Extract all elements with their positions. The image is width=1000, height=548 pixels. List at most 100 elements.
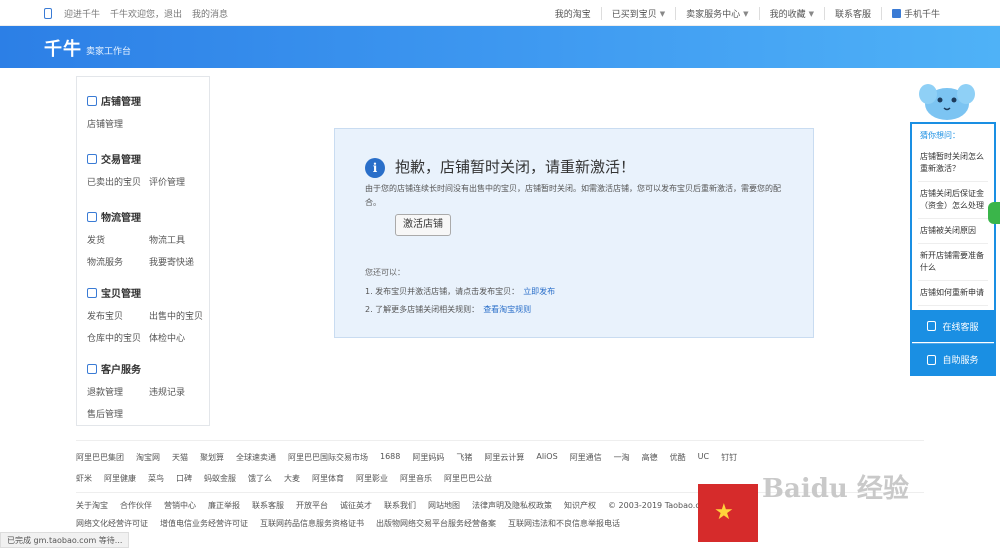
topbar-left-item[interactable]: 迎进千牛 bbox=[64, 7, 100, 20]
sidebar-item[interactable]: 退款管理 bbox=[87, 385, 149, 398]
footer-link[interactable]: 飞猪 bbox=[456, 452, 472, 463]
footer-link[interactable]: 大麦 bbox=[284, 473, 300, 484]
sidebar-item[interactable]: 评价管理 bbox=[149, 175, 207, 188]
mascot-icon[interactable] bbox=[918, 78, 976, 122]
topbar-left-item[interactable]: 千牛欢迎您，退出 bbox=[110, 7, 182, 20]
footer-link[interactable]: 阿里健康 bbox=[104, 473, 136, 484]
footer-link[interactable]: 知识产权 bbox=[564, 500, 596, 511]
footer-link[interactable]: 阿里通信 bbox=[570, 452, 602, 463]
sidebar-section-service: 客户服务 退款管理 违规记录 售后管理 bbox=[87, 361, 207, 420]
topbar-left: 迎进千牛 千牛欢迎您，退出 我的消息 bbox=[44, 7, 228, 20]
footer-link[interactable]: 聚划算 bbox=[200, 452, 224, 463]
footer-links-row-2: 虾米 阿里健康 菜鸟 口碑 蚂蚁金服 饿了么 大麦 阿里体育 阿里影业 阿里音乐 阿里巴巴公益 bbox=[76, 473, 492, 484]
footer-link[interactable]: 联系客服 bbox=[252, 500, 284, 511]
view-rules-link[interactable]: 查看淘宝规则 bbox=[483, 304, 531, 315]
footer-link[interactable]: 营销中心 bbox=[164, 500, 196, 511]
footer-link[interactable]: 钉钉 bbox=[721, 452, 737, 463]
help-question[interactable]: 店铺关闭后保证金（资金）怎么处理 bbox=[918, 182, 988, 219]
footer-link[interactable]: 全球速卖通 bbox=[236, 452, 276, 463]
footer-link[interactable]: 互联网违法和不良信息举报电话 bbox=[508, 518, 620, 529]
sidebar-item[interactable]: 我要寄快递 bbox=[149, 255, 207, 268]
footer-link[interactable]: 一淘 bbox=[614, 452, 630, 463]
publish-now-link[interactable]: 立即发布 bbox=[523, 286, 555, 297]
sidebar-item[interactable]: 违规记录 bbox=[149, 385, 207, 398]
help-question[interactable]: 新开店铺需要准备什么 bbox=[918, 244, 988, 281]
footer-link[interactable]: 阿里巴巴国际交易市场 bbox=[288, 452, 368, 463]
sidebar-section-trade: 交易管理 已卖出的宝贝 评价管理 bbox=[87, 151, 207, 188]
topbar-link-customer-service[interactable]: 联系客服 bbox=[825, 7, 882, 20]
help-question[interactable]: 店铺如何重新申请 bbox=[918, 281, 988, 306]
footer-link[interactable]: 阿里巴巴公益 bbox=[444, 473, 492, 484]
truck-icon bbox=[87, 211, 97, 222]
footer-link[interactable]: 开放平台 bbox=[296, 500, 328, 511]
help-question[interactable]: 店铺暂时关闭怎么重新激活？ bbox=[918, 145, 988, 182]
footer-link[interactable]: 优酷 bbox=[670, 452, 686, 463]
footer-link[interactable]: 阿里影业 bbox=[356, 473, 388, 484]
sidebar-item[interactable]: 发布宝贝 bbox=[87, 309, 149, 322]
top-utility-bar: 迎进千牛 千牛欢迎您，退出 我的消息 我的淘宝 已买到宝贝 ▼ 卖家服务中心 ▼ 我… bbox=[0, 0, 1000, 26]
footer-link[interactable]: 菜鸟 bbox=[148, 473, 164, 484]
footer-link[interactable]: 阿里体育 bbox=[312, 473, 344, 484]
qianniu-logo[interactable]: 千牛 bbox=[44, 35, 82, 61]
footer-link[interactable]: 廉正举报 bbox=[208, 500, 240, 511]
footer-link[interactable]: 网络文化经营许可证 bbox=[76, 518, 148, 529]
footer-link[interactable]: 法律声明及隐私权政策 bbox=[472, 500, 552, 511]
topbar-link-mobile-qianniu[interactable]: 手机千牛 bbox=[882, 7, 950, 20]
chevron-down-icon: ▼ bbox=[808, 9, 814, 18]
footer-link[interactable]: 关于淘宝 bbox=[76, 500, 108, 511]
footer-link[interactable]: 联系我们 bbox=[384, 500, 416, 511]
feedback-tab[interactable] bbox=[988, 202, 1000, 224]
sidebar-item[interactable]: 发货 bbox=[87, 233, 149, 246]
footer-link[interactable]: 增值电信业务经营许可证 bbox=[160, 518, 248, 529]
activate-shop-button[interactable]: 激活店铺 bbox=[395, 214, 451, 236]
footer-link[interactable]: 饿了么 bbox=[248, 473, 272, 484]
footer-link[interactable]: 阿里音乐 bbox=[400, 473, 432, 484]
topbar-link-label: 卖家服务中心 bbox=[686, 10, 741, 20]
sidebar-item[interactable]: 体检中心 bbox=[149, 331, 207, 344]
help-panel: 猜你想问： 店铺暂时关闭怎么重新激活？ 店铺关闭后保证金（资金）怎么处理 店铺被… bbox=[910, 122, 996, 376]
self-service-button[interactable]: 自助服务 bbox=[912, 343, 994, 375]
online-service-button[interactable]: 在线客服 bbox=[912, 310, 994, 342]
chat-icon bbox=[927, 321, 937, 331]
sidebar-item[interactable]: 已卖出的宝贝 bbox=[87, 175, 149, 188]
footer-link[interactable]: 蚂蚁金服 bbox=[204, 473, 236, 484]
topbar-link-favorites[interactable]: 我的收藏 ▼ bbox=[760, 7, 825, 20]
footer-link[interactable]: 互联网药品信息服务资格证书 bbox=[260, 518, 364, 529]
section-title-label: 客户服务 bbox=[101, 365, 141, 376]
sidebar-item[interactable]: 仓库中的宝贝 bbox=[87, 331, 149, 344]
help-item-text: 2. 了解更多店铺关闭相关规则： bbox=[365, 305, 480, 314]
sidebar-item[interactable]: 出售中的宝贝 bbox=[149, 309, 207, 322]
footer-link[interactable]: 诚征英才 bbox=[340, 500, 372, 511]
footer-link[interactable]: 阿里妈妈 bbox=[412, 452, 444, 463]
footer-link[interactable]: 出版物网络交易平台服务经营备案 bbox=[376, 518, 496, 529]
footer-link[interactable]: 口碑 bbox=[176, 473, 192, 484]
help-item-text: 1. 发布宝贝并激活店铺，请点击发布宝贝： bbox=[365, 287, 520, 296]
bag-icon bbox=[87, 287, 97, 298]
footer-link[interactable]: 合作伙伴 bbox=[120, 500, 152, 511]
topbar-link-seller-center[interactable]: 卖家服务中心 ▼ bbox=[676, 7, 760, 20]
help-question[interactable]: 店铺被关闭原因 bbox=[918, 219, 988, 244]
footer-link[interactable]: 1688 bbox=[380, 452, 400, 463]
baidu-watermark: Baidu 经验 bbox=[762, 474, 909, 504]
footer-link[interactable]: 高德 bbox=[642, 452, 658, 463]
section-title-label: 店铺管理 bbox=[101, 97, 141, 108]
star-icon: ★ bbox=[714, 500, 734, 525]
footer-link[interactable]: UC bbox=[698, 452, 709, 463]
footer-link[interactable]: 网站地图 bbox=[428, 500, 460, 511]
footer-links-row-3: 关于淘宝 合作伙伴 营销中心 廉正举报 联系客服 开放平台 诚征英才 联系我们 网站地图 法律声明… bbox=[76, 500, 747, 511]
footer-link[interactable]: 天猫 bbox=[172, 452, 188, 463]
footer-link[interactable]: 淘宝网 bbox=[136, 452, 160, 463]
sidebar-item[interactable]: 售后管理 bbox=[87, 407, 149, 420]
sidebar-item[interactable]: 物流服务 bbox=[87, 255, 149, 268]
footer-link[interactable]: 阿里巴巴集团 bbox=[76, 452, 124, 463]
sidebar-item[interactable]: 店铺管理 bbox=[87, 117, 149, 130]
topbar-left-item[interactable]: 我的消息 bbox=[192, 7, 228, 20]
footer-link[interactable]: 虾米 bbox=[76, 473, 92, 484]
footer-link[interactable]: AliOS bbox=[536, 452, 557, 463]
topbar-link-bought[interactable]: 已买到宝贝 ▼ bbox=[602, 7, 677, 20]
topbar-link-label: 我的收藏 bbox=[769, 10, 806, 20]
footer-link[interactable]: 阿里云计算 bbox=[484, 452, 524, 463]
footer-links-row-1: 阿里巴巴集团 淘宝网 天猫 聚划算 全球速卖通 阿里巴巴国际交易市场 1688 阿里妈妈 飞猪 阿… bbox=[76, 452, 737, 463]
topbar-link-my-taobao[interactable]: 我的淘宝 bbox=[545, 7, 602, 20]
sidebar-item[interactable]: 物流工具 bbox=[149, 233, 207, 246]
